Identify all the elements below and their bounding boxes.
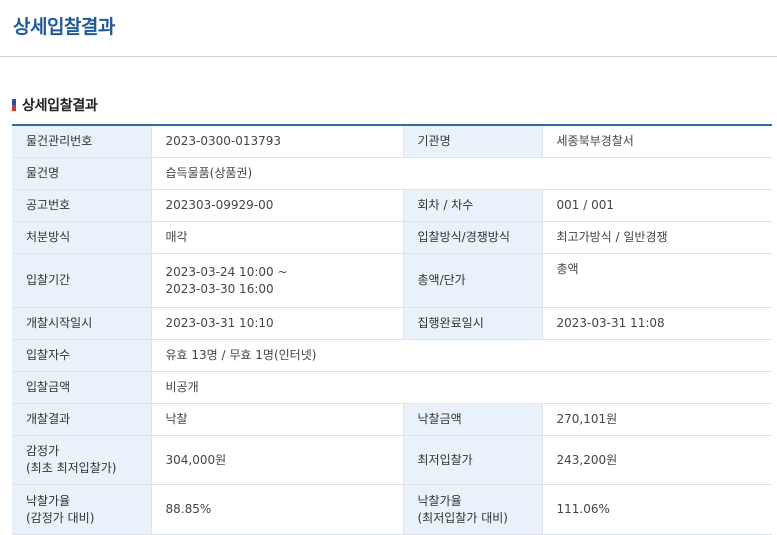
label-bid-method: 입찰방식/경쟁방식: [402, 221, 542, 254]
label-appraisal-line2: (최초 최저입찰가): [26, 461, 117, 475]
label-bidder-count: 입찰자수: [12, 339, 151, 372]
bid-period-end: 2023-03-30 16:00: [165, 281, 274, 296]
value-opening-start: 2023-03-31 10:10: [150, 307, 403, 340]
table-row: 공고번호 202303-09929-00 회차 / 차수 001 / 001: [12, 189, 772, 222]
value-disposal-method: 매각: [150, 221, 403, 254]
label-item-number: 물건관리번호: [12, 125, 151, 158]
value-min-bid: 243,200원: [541, 435, 772, 485]
table-row: 물건명 습득물품(상품권): [12, 157, 772, 190]
value-item-number: 2023-0300-013793: [150, 125, 403, 158]
page-title: 상세입찰결과: [13, 16, 115, 38]
label-bid-amount: 입찰금액: [12, 371, 151, 404]
label-bid-period: 입찰기간: [12, 253, 151, 308]
label-execution-complete: 집행완료일시: [402, 307, 542, 340]
value-item-name: 습득물품(상품권): [150, 157, 772, 190]
value-total-unit: 총액: [541, 253, 772, 308]
bid-period-start: 2023-03-24 10:00 ~: [165, 264, 288, 279]
label-rate-appraisal: 낙찰가율 (감정가 대비): [12, 484, 151, 535]
label-rate-min-bid-line2: (최저입찰가 대비): [417, 510, 508, 525]
section-bullet-icon: [12, 99, 16, 111]
value-bidder-count: 유효 13명 / 무효 1명(인터넷): [150, 339, 772, 372]
table-row: 개찰결과 낙찰 낙찰금액 270,101원: [12, 403, 772, 436]
bid-result-section: 상세입찰결과 물건관리번호 2023-0300-013793 기관명 세종북부경…: [12, 95, 772, 535]
table-row: 개찰시작일시 2023-03-31 10:10 집행완료일시 2023-03-3…: [12, 307, 772, 340]
value-bid-method: 최고가방식 / 일반경쟁: [541, 221, 772, 254]
label-round: 회차 / 차수: [402, 189, 542, 222]
label-notice-number: 공고번호: [12, 189, 151, 222]
value-bid-amount: 비공개: [150, 371, 772, 404]
value-round: 001 / 001: [541, 189, 772, 222]
label-item-name: 물건명: [12, 157, 151, 190]
label-rate-min-bid-line1: 낙찰가율: [417, 493, 462, 508]
table-row: 처분방식 매각 입찰방식/경쟁방식 최고가방식 / 일반경쟁: [12, 221, 772, 254]
label-winning-amount: 낙찰금액: [402, 403, 542, 436]
value-execution-complete: 2023-03-31 11:08: [541, 307, 772, 340]
value-rate-appraisal: 88.85%: [150, 484, 403, 535]
label-appraisal: 감정가 (최초 최저입찰가): [12, 435, 151, 485]
label-rate-min-bid: 낙찰가율 (최저입찰가 대비): [402, 484, 542, 535]
table-row: 입찰자수 유효 13명 / 무효 1명(인터넷): [12, 339, 772, 372]
page-header: 상세입찰결과: [0, 0, 777, 57]
label-disposal-method: 처분방식: [12, 221, 151, 254]
value-winning-amount: 270,101원: [541, 403, 772, 436]
label-rate-appraisal-line1: 낙찰가율: [26, 493, 71, 508]
table-row: 물건관리번호 2023-0300-013793 기관명 세종북부경찰서: [12, 125, 772, 158]
value-appraisal: 304,000원: [150, 435, 403, 485]
bid-result-table: 물건관리번호 2023-0300-013793 기관명 세종북부경찰서 물건명 …: [12, 124, 772, 535]
label-total-unit: 총액/단가: [402, 253, 542, 308]
table-row: 입찰기간 2023-03-24 10:00 ~ 2023-03-30 16:00…: [12, 253, 772, 308]
label-appraisal-line1: 감정가: [26, 444, 60, 458]
label-opening-start: 개찰시작일시: [12, 307, 151, 340]
value-agency: 세종북부경찰서: [541, 125, 772, 158]
value-bid-period: 2023-03-24 10:00 ~ 2023-03-30 16:00: [150, 253, 403, 308]
value-notice-number: 202303-09929-00: [150, 189, 403, 222]
value-opening-result: 낙찰: [150, 403, 403, 436]
table-row: 낙찰가율 (감정가 대비) 88.85% 낙찰가율 (최저입찰가 대비) 111…: [12, 484, 772, 535]
label-rate-appraisal-line2: (감정가 대비): [26, 510, 95, 525]
section-title: 상세입찰결과: [22, 98, 98, 114]
label-min-bid: 최저입찰가: [402, 435, 542, 485]
section-heading: 상세입찰결과: [12, 95, 772, 115]
label-agency: 기관명: [402, 125, 542, 158]
table-row: 감정가 (최초 최저입찰가) 304,000원 최저입찰가 243,200원: [12, 435, 772, 485]
table-row: 입찰금액 비공개: [12, 371, 772, 404]
label-opening-result: 개찰결과: [12, 403, 151, 436]
value-rate-min-bid: 111.06%: [541, 484, 772, 535]
